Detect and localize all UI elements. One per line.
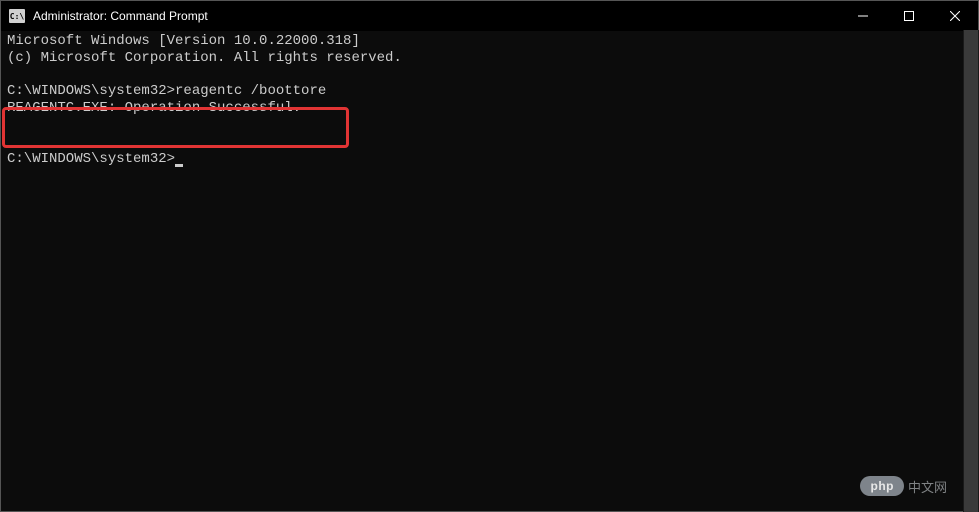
command-prompt-window: C:\ Administrator: Command Prompt bbox=[0, 0, 979, 512]
prompt: C:\WINDOWS\system32> bbox=[7, 151, 175, 167]
blank-line bbox=[7, 134, 972, 151]
blank-line bbox=[7, 117, 972, 134]
scrollbar[interactable] bbox=[963, 30, 979, 512]
watermark-text: 中文网 bbox=[908, 477, 947, 496]
watermark-badge: php bbox=[860, 476, 904, 496]
watermark: php 中文网 bbox=[860, 476, 947, 496]
maximize-button[interactable] bbox=[886, 1, 932, 31]
title-left: C:\ Administrator: Command Prompt bbox=[9, 9, 208, 23]
minimize-icon bbox=[858, 11, 868, 21]
cursor bbox=[175, 164, 183, 167]
cmd-icon: C:\ bbox=[9, 9, 25, 23]
scrollbar-thumb[interactable] bbox=[964, 30, 978, 512]
close-icon bbox=[950, 11, 960, 21]
maximize-icon bbox=[904, 11, 914, 21]
terminal-header-line: Microsoft Windows [Version 10.0.22000.31… bbox=[7, 33, 972, 50]
command-text: reagentc /boottore bbox=[175, 83, 326, 99]
title-bar[interactable]: C:\ Administrator: Command Prompt bbox=[1, 1, 978, 31]
command-line: C:\WINDOWS\system32>reagentc /boottore bbox=[7, 83, 972, 100]
current-prompt-line: C:\WINDOWS\system32> bbox=[7, 151, 972, 168]
output-line: REAGENTC.EXE: Operation Successful. bbox=[7, 100, 972, 117]
blank-line bbox=[7, 67, 972, 84]
close-button[interactable] bbox=[932, 1, 978, 31]
window-title: Administrator: Command Prompt bbox=[33, 9, 208, 23]
terminal-copyright-line: (c) Microsoft Corporation. All rights re… bbox=[7, 50, 972, 67]
prompt: C:\WINDOWS\system32> bbox=[7, 83, 175, 99]
terminal-body[interactable]: Microsoft Windows [Version 10.0.22000.31… bbox=[1, 31, 978, 511]
window-controls bbox=[840, 1, 978, 31]
minimize-button[interactable] bbox=[840, 1, 886, 31]
